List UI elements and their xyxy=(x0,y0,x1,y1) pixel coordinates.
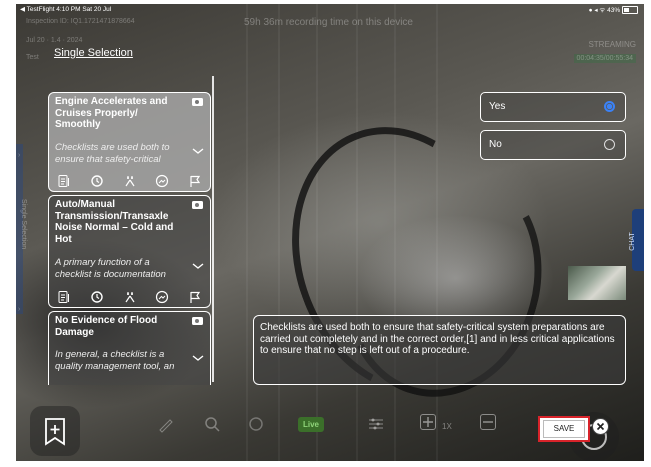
checklist-item-desc: In general, a checklist is a quality man… xyxy=(55,349,175,372)
zoom-level: 1X xyxy=(442,422,452,431)
settings-sliders-icon[interactable] xyxy=(366,414,386,434)
checklist-scrollbar[interactable] xyxy=(212,76,214,382)
option-label: Yes xyxy=(489,101,506,112)
status-bar-right-text: ● ◂ ᯤ 43% xyxy=(588,7,621,14)
checklist-item-actions xyxy=(54,289,205,305)
option-yes[interactable]: Yes xyxy=(480,92,626,122)
checklist-item-title: Auto/Manual Transmission/Transaxle Noise… xyxy=(55,199,174,245)
zoom-in-button[interactable] xyxy=(420,414,436,430)
checklist-item-title: Engine Accelerates and Cruises Properly/… xyxy=(55,96,168,130)
radio-unselected-icon[interactable] xyxy=(604,139,615,150)
option-label: No xyxy=(489,139,502,150)
chevron-down-icon[interactable] xyxy=(192,146,204,156)
chat-label: CHAT xyxy=(629,232,637,251)
status-bar-right: ● ◂ ᯤ 43% xyxy=(588,5,638,15)
document-icon[interactable] xyxy=(54,289,74,305)
document-icon[interactable] xyxy=(54,173,74,189)
plus-icon xyxy=(423,417,433,427)
checklist-item-desc: A primary function of a checklist is doc… xyxy=(55,257,166,280)
checklist-item-desc: Checklists are used both to ensure that … xyxy=(55,142,170,165)
side-tab-label: Single Selection xyxy=(20,199,27,250)
notes-text: Checklists are used both to ensure that … xyxy=(260,322,615,356)
recording-time: 59h 36m recording time on this device xyxy=(244,17,413,28)
date-line: Jul 20 · 1.4 · 2024 xyxy=(26,37,83,44)
camera-icon[interactable] xyxy=(192,317,203,325)
history-icon[interactable] xyxy=(87,289,107,305)
notes-textarea[interactable]: Checklists are used both to ensure that … xyxy=(253,315,626,385)
camera-icon[interactable] xyxy=(192,201,203,209)
checklist-item[interactable]: Engine Accelerates and Cruises Properly/… xyxy=(48,92,211,192)
zoom-search-icon[interactable] xyxy=(202,414,222,434)
screenshot-frame: ◀ TestFlight 4:10 PM Sat 20 Jul ● ◂ ᯤ 43… xyxy=(8,0,644,467)
photo-icon[interactable] xyxy=(152,289,172,305)
checklist-item-title: No Evidence of Flood Damage xyxy=(55,315,158,338)
option-no[interactable]: No xyxy=(480,130,626,160)
close-icon xyxy=(596,422,605,431)
status-bar-left: ◀ TestFlight 4:10 PM Sat 20 Jul xyxy=(20,6,112,13)
side-tab-chevron-icon[interactable]: › xyxy=(18,152,20,159)
chevron-down-icon[interactable] xyxy=(192,261,204,271)
bookmark-add-icon xyxy=(45,418,65,446)
streaming-label: STREAMING xyxy=(588,40,636,49)
battery-icon xyxy=(622,6,638,15)
checklist-item-actions xyxy=(54,173,205,189)
radio-selected-icon[interactable] xyxy=(604,101,615,112)
flag-icon[interactable] xyxy=(185,173,205,189)
bookmark-button[interactable] xyxy=(30,406,80,456)
history-icon[interactable] xyxy=(87,173,107,189)
test-label: Test xyxy=(26,54,39,61)
draw-icon[interactable] xyxy=(156,414,176,434)
zoom-out-button[interactable] xyxy=(480,414,496,430)
photo-icon[interactable] xyxy=(152,173,172,189)
tools-icon[interactable] xyxy=(120,289,140,305)
side-tab-chevron-icon[interactable]: › xyxy=(18,306,20,313)
camera-view: ◀ TestFlight 4:10 PM Sat 20 Jul ● ◂ ᯤ 43… xyxy=(16,4,644,461)
close-button[interactable] xyxy=(592,418,609,435)
checklist-item[interactable]: No Evidence of Flood Damage In general, … xyxy=(48,311,211,385)
save-button[interactable]: SAVE xyxy=(543,420,585,438)
page-title[interactable]: Single Selection xyxy=(54,47,133,59)
live-badge[interactable]: Live xyxy=(298,417,325,432)
chevron-down-icon[interactable] xyxy=(192,353,204,363)
inspection-id: Inspection ID: IQ1.1721471878664 xyxy=(26,18,135,25)
background-stripe xyxy=(278,4,280,461)
minus-icon xyxy=(483,421,493,423)
stream-timer: 00:04:35/00:55:34 xyxy=(573,54,636,63)
background-stripe xyxy=(246,4,248,461)
flag-icon[interactable] xyxy=(185,289,205,305)
photo-thumbnail[interactable] xyxy=(568,266,626,300)
camera-icon[interactable] xyxy=(192,98,203,106)
circle-icon[interactable] xyxy=(246,414,266,434)
status-bar: ◀ TestFlight 4:10 PM Sat 20 Jul ● ◂ ᯤ 43… xyxy=(16,4,644,15)
checklist-item[interactable]: Auto/Manual Transmission/Transaxle Noise… xyxy=(48,195,211,308)
tools-icon[interactable] xyxy=(120,173,140,189)
